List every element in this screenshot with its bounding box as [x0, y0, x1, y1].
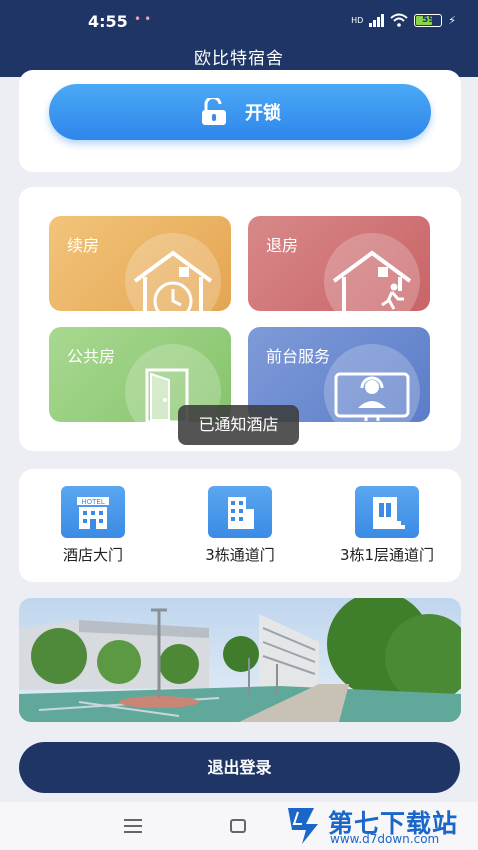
page-title: 欧比特宿舍	[194, 49, 284, 69]
house-exit-icon	[332, 250, 412, 311]
door-building3-floor1[interactable]: 3栋1层通道门	[317, 486, 457, 565]
door-building3-passage-label: 3栋通道门	[205, 546, 275, 564]
menu-icon[interactable]	[124, 819, 142, 837]
front-desk-label: 前台服务	[266, 347, 331, 366]
unlock-icon	[202, 98, 226, 125]
battery-level: 59	[422, 14, 435, 25]
unlock-label: 开锁	[245, 103, 281, 124]
watermark-logo	[288, 808, 318, 844]
door-hotel-main-label: 酒店大门	[62, 546, 123, 564]
status-time: 4:55	[88, 12, 128, 31]
public-room-label: 公共房	[67, 347, 116, 366]
notification-dots: ••	[134, 12, 155, 26]
watermark: 第七下载站 www.d7down.com	[284, 802, 474, 848]
toast-message: 已通知酒店	[178, 405, 299, 445]
signal-icon	[369, 13, 385, 27]
unlock-button[interactable]: 开锁	[49, 84, 431, 140]
campus-photo-banner[interactable]	[19, 598, 461, 722]
hotel-sign-text: HOTEL	[81, 498, 104, 506]
checkout-label: 退房	[266, 236, 299, 255]
battery-icon: 59	[414, 13, 443, 27]
doors-card: HOTEL 酒店大门 3栋通道门 3栋1层通道门	[19, 469, 461, 582]
status-icons: HD 59 ⚡	[351, 13, 456, 27]
network-label: HD	[351, 15, 364, 25]
building-icon	[208, 486, 272, 538]
unlock-card: 开锁	[19, 70, 461, 172]
campus-photo	[19, 598, 461, 722]
renew-room-tile[interactable]: 续房	[49, 216, 231, 311]
charging-icon: ⚡	[448, 13, 456, 27]
hotel-icon: HOTEL	[61, 486, 125, 538]
door-hotel-main[interactable]: HOTEL 酒店大门	[23, 486, 163, 565]
renew-room-label: 续房	[67, 236, 100, 255]
door-building3-floor1-label: 3栋1层通道门	[339, 546, 435, 564]
logout-button[interactable]: 退出登录	[19, 742, 460, 793]
building-door-icon	[355, 486, 419, 538]
home-icon[interactable]	[230, 819, 246, 833]
top-bar: 4:55 •• HD 59 ⚡ 欧比特宿舍	[0, 0, 478, 77]
house-clock-icon	[133, 250, 213, 311]
wifi-icon	[390, 13, 408, 27]
watermark-url: www.d7down.com	[330, 832, 440, 846]
headset-agent-icon	[334, 372, 410, 421]
door-building3-passage[interactable]: 3栋通道门	[170, 486, 310, 565]
checkout-tile[interactable]: 退房	[248, 216, 430, 311]
